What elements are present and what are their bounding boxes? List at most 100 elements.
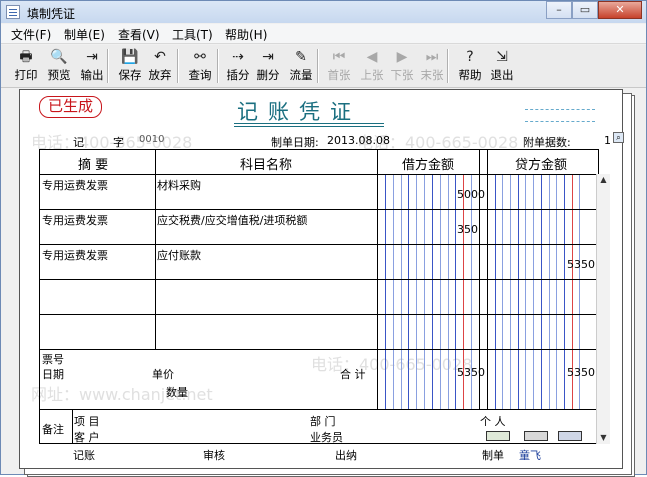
toolbar-button-label: 末张 <box>420 68 444 82</box>
header-account: 科目名称 <box>240 158 293 173</box>
help-icon: ? <box>466 49 474 65</box>
header-summary: 摘 要 <box>78 158 109 173</box>
clerk-label: 业务员 <box>310 431 343 444</box>
binoculars-icon: ⚯ <box>194 49 206 65</box>
row-divider <box>40 349 598 350</box>
exit-icon: ⇲ <box>496 49 508 65</box>
voucher-type[interactable]: 记 <box>73 134 84 150</box>
voucher-title: 记账凭证 <box>237 100 361 124</box>
toolbar-separator <box>447 49 449 83</box>
vertical-scrollbar[interactable]: ▲ ▼ <box>596 174 610 444</box>
toolbar-button-label: 下张 <box>390 68 414 82</box>
cashier-label: 出纳 <box>335 449 357 462</box>
export-icon: ⇥ <box>86 49 98 65</box>
last-button: ⏭ 末张 <box>417 47 447 85</box>
exit-button[interactable]: ⇲ 退出 <box>487 47 517 85</box>
search-icon[interactable]: ⌕ <box>613 132 624 143</box>
toolbar-button-label: 输出 <box>80 68 104 82</box>
last-icon: ⏭ <box>425 49 439 65</box>
toolbar-button-label: 打印 <box>14 68 38 82</box>
toolbar: 🖶 打印 🔍 预览 ⇥ 输出 💾 保存 ↶ 放弃 ⚯ 查询 ⇢ 插分 ⇥ 删分 ✎ 流量 ⏮ 首张 ◀ 上张 ▶ 下张 ⏭ 末张?… <box>1 45 646 88</box>
delete-row-button[interactable]: ⇥ 删分 <box>253 47 283 85</box>
toolbar-button-label: 退出 <box>490 68 514 82</box>
toolbar-button-label: 流量 <box>289 68 313 82</box>
header-divider <box>40 174 598 175</box>
bookkeeping-label: 记账 <box>73 449 95 462</box>
close-button[interactable]: ✕ <box>598 1 642 19</box>
attach-count[interactable]: 1 <box>604 134 611 147</box>
maker-name: 童飞 <box>519 449 541 462</box>
voucher-app-icon <box>6 5 20 19</box>
person-label: 个 人 <box>480 415 506 428</box>
preview-button[interactable]: 🔍 预览 <box>44 47 74 85</box>
row-divider <box>40 279 598 280</box>
toolbar-button-label: 删分 <box>256 68 280 82</box>
binoculars-button[interactable]: ⚯ 查询 <box>185 47 215 85</box>
delete-row-icon: ⇥ <box>262 49 274 65</box>
row-account: 应交税费/应交增值税/进项税额 <box>157 214 308 227</box>
dotted-line <box>525 121 595 122</box>
menu-file[interactable]: 文件(F) <box>11 26 51 43</box>
save-button[interactable]: 💾 保存 <box>115 47 145 85</box>
app-window: 填制凭证 – ▭ ✕ 文件(F) 制单(E) 查看(V) 工具(T) 帮助(H)… <box>0 0 647 477</box>
menu-help[interactable]: 帮助(H) <box>225 26 267 43</box>
row-summary: 专用运费发票 <box>42 179 108 192</box>
row-divider <box>40 244 598 245</box>
toolbar-button-label: 插分 <box>226 68 250 82</box>
printer-button[interactable]: 🖶 打印 <box>11 47 41 85</box>
next-icon: ▶ <box>396 49 408 65</box>
title-underline <box>234 123 384 127</box>
customer-label: 客 户 <box>74 431 100 444</box>
total-label: 合 计 <box>340 368 366 381</box>
unit-price-label: 单价 <box>152 368 174 381</box>
grid-icon[interactable] <box>558 431 582 441</box>
row-debit: 350 <box>457 223 478 236</box>
insert-row-icon: ⇢ <box>232 49 244 65</box>
calculator-icon[interactable] <box>486 431 510 441</box>
generated-stamp: 已生成 <box>39 96 102 118</box>
printer-icon: 🖶 <box>19 49 33 65</box>
window-controls: – ▭ ✕ <box>546 1 642 19</box>
help-button[interactable]: ? 帮助 <box>455 47 485 85</box>
window-title: 填制凭证 <box>27 7 76 21</box>
scroll-up-icon[interactable]: ▲ <box>597 174 610 186</box>
toolbar-button-label: 保存 <box>118 68 142 82</box>
voucher-type-char: 字 <box>113 136 124 149</box>
scroll-down-icon[interactable]: ▼ <box>597 432 610 444</box>
menu-bar: 文件(F) 制单(E) 查看(V) 工具(T) 帮助(H) <box>1 24 646 44</box>
remark-divider <box>72 409 73 443</box>
toolbar-separator <box>317 49 319 83</box>
export-button[interactable]: ⇥ 输出 <box>77 47 107 85</box>
title-bar: 填制凭证 – ▭ ✕ <box>1 1 646 23</box>
voucher-table: 摘 要科目名称 借方金额 贷方金额 专用运费发票 材料采购 5000 专用运费发票 应交税费/… <box>39 149 599 444</box>
preview-icon: 🔍 <box>50 49 68 65</box>
row-debit: 5000 <box>457 188 485 201</box>
undo-button[interactable]: ↶ 放弃 <box>145 47 175 85</box>
voucher-date[interactable]: 2013.08.08 <box>327 134 390 147</box>
flow-button[interactable]: ✎ 流量 <box>286 47 316 85</box>
prev-button: ◀ 上张 <box>357 47 387 85</box>
insert-row-button[interactable]: ⇢ 插分 <box>223 47 253 85</box>
row-divider <box>40 314 598 315</box>
toolbar-separator <box>107 49 109 83</box>
prev-icon: ◀ <box>366 49 378 65</box>
card-icon[interactable] <box>524 431 548 441</box>
header-credit: 贷方金额 <box>515 158 568 173</box>
menu-tools[interactable]: 工具(T) <box>172 26 213 43</box>
row-divider <box>40 209 598 210</box>
date-label: 制单日期: <box>271 136 319 149</box>
menu-view[interactable]: 查看(V) <box>118 26 160 43</box>
toolbar-separator <box>217 49 219 83</box>
toolbar-button-label: 放弃 <box>148 68 172 82</box>
voucher-number[interactable]: 0010 <box>139 134 164 145</box>
menu-voucher[interactable]: 制单(E) <box>64 26 105 43</box>
header-debit: 借方金额 <box>402 158 455 173</box>
ticket-date-label: 日期 <box>42 368 64 381</box>
quantity-label: 数量 <box>166 386 188 399</box>
toolbar-button-label: 帮助 <box>458 68 482 82</box>
toolbar-button-label: 查询 <box>188 68 212 82</box>
row-summary: 专用运费发票 <box>42 214 108 227</box>
minimize-button[interactable]: – <box>546 1 572 19</box>
maximize-button[interactable]: ▭ <box>572 1 598 19</box>
toolbar-separator <box>177 49 179 83</box>
